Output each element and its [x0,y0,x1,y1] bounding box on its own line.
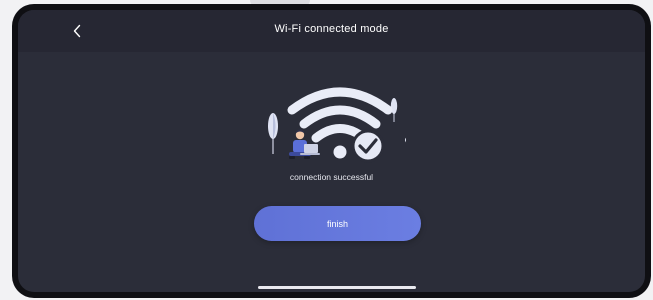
check-badge-icon [351,129,385,163]
finish-button[interactable]: finish [254,206,421,241]
page-title: Wi-Fi connected mode [274,23,389,35]
header-bar: Wi-Fi connected mode [18,10,645,52]
tree-left-icon [268,113,278,154]
device-frame: Wi-Fi connected mode connection successf… [12,4,651,298]
wifi-connected-illustration [268,87,406,163]
app-screen: Wi-Fi connected mode connection successf… [18,10,645,292]
home-indicator[interactable] [258,286,416,289]
lamp-icon [405,137,406,143]
connection-status-text: connection successful [289,172,374,182]
